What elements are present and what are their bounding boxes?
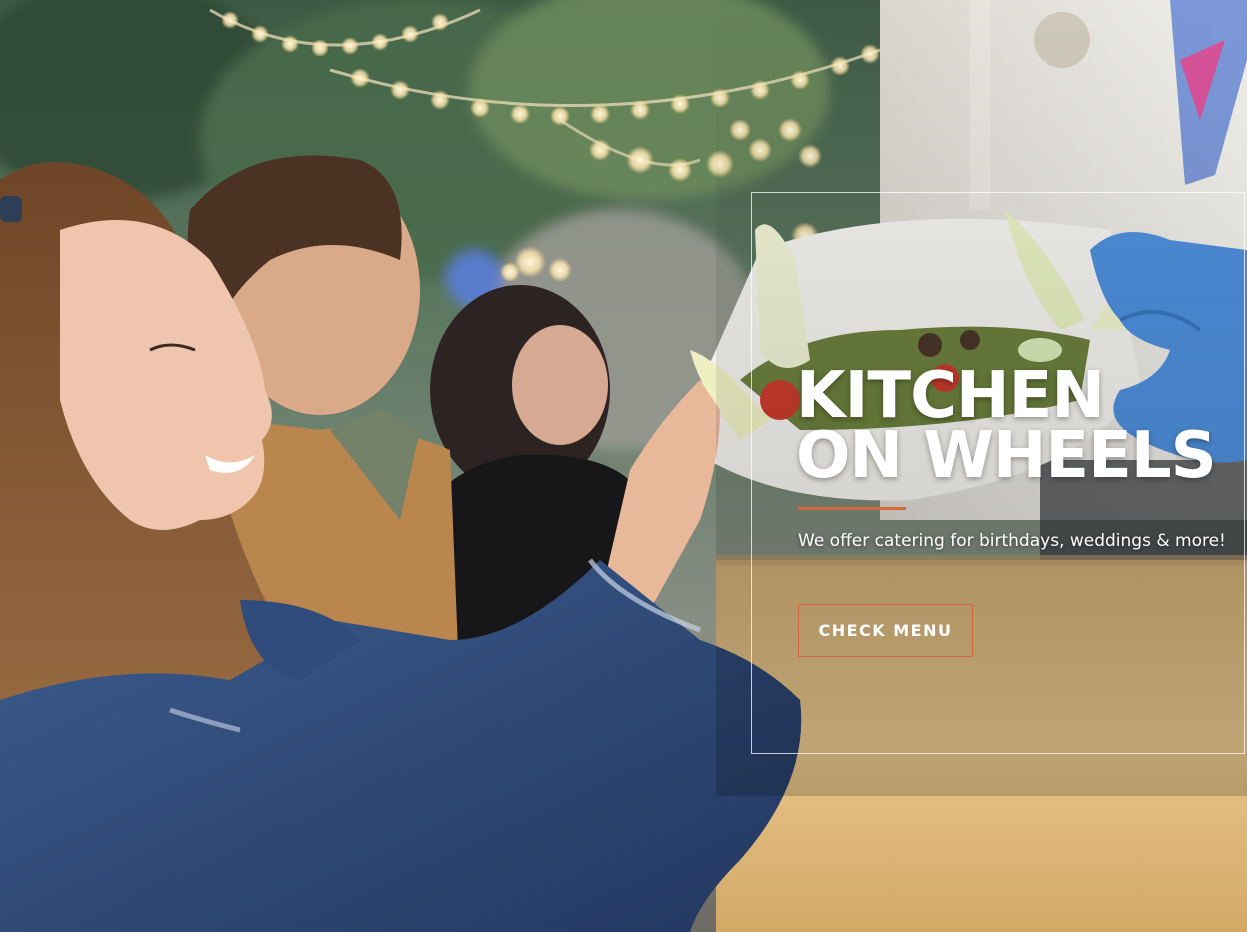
accent-divider [798,507,906,510]
hero-title-line-2: ON WHEELS [796,419,1217,493]
hero-subtitle: We offer catering for birthdays, wedding… [798,531,1226,551]
hero-title-line-1: KITCHEN [796,359,1105,433]
hero-banner: KITCHEN ON WHEELS We offer catering for … [0,0,1247,932]
check-menu-button[interactable]: CHECK MENU [798,604,973,657]
hero-title: KITCHEN ON WHEELS [796,359,1236,493]
